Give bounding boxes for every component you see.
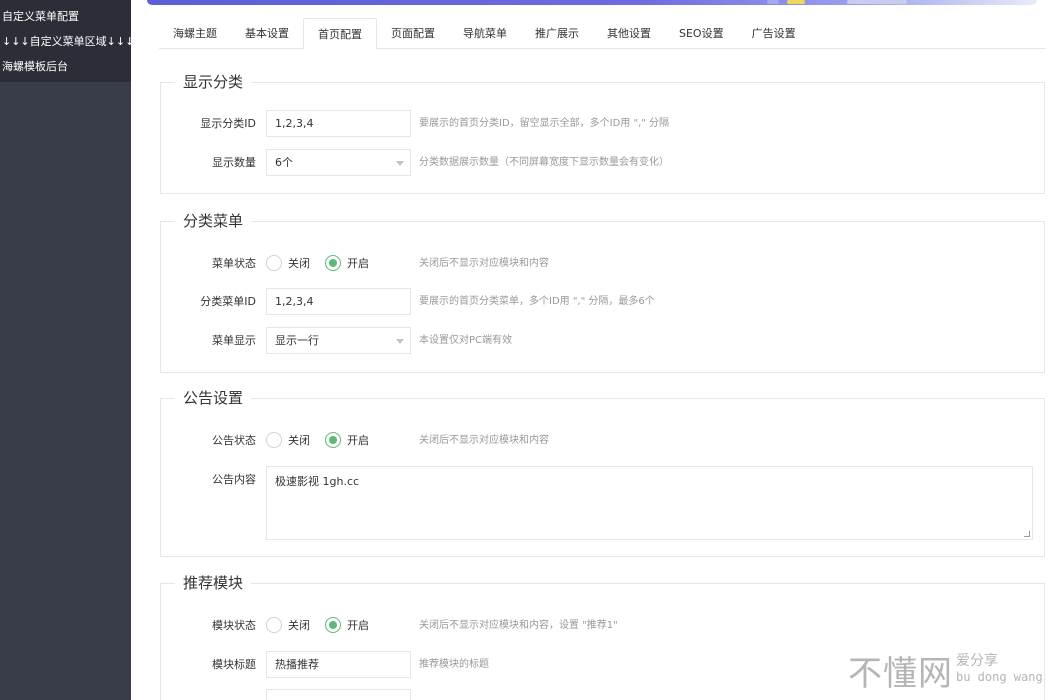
recommend-status-on-radio[interactable]: 开启 [325, 617, 369, 634]
recommend-status-hint: 关闭后不显示对应模块和内容，设置 "推荐1" [419, 620, 618, 631]
notice-status-on-radio[interactable]: 开启 [325, 432, 369, 449]
sidebar-menu-group: 自定义菜单配置 ↓↓↓自定义菜单区域↓↓↓ 海螺模板后台 [0, 0, 131, 82]
menu-status-on-radio[interactable]: 开启 [325, 255, 369, 272]
radio-circle-icon [266, 432, 282, 448]
radio-circle-icon [266, 617, 282, 633]
sidebar: 自定义菜单配置 ↓↓↓自定义菜单区域↓↓↓ 海螺模板后台 [0, 0, 131, 700]
notice-status-off-radio[interactable]: 关闭 [266, 432, 310, 449]
recommend-status-off-radio[interactable]: 关闭 [266, 617, 310, 634]
watermark-small-text: 爱分享 [956, 653, 998, 669]
radio-checked-icon [325, 432, 341, 448]
main-content: 海螺主题 基本设置 首页配置 页面配置 导航菜单 推广展示 其他设置 SEO设置… [131, 0, 1058, 700]
category-panel: 显示分类 显示分类ID 1,2,3,4 要展示的首页分类ID，留空显示全部，多个… [160, 72, 1045, 194]
menu-panel: 分类菜单 菜单状态 关闭 开启 关闭后不显示对应模块和内容 分类菜单ID 1,2… [160, 211, 1045, 373]
category-panel-title: 显示分类 [175, 72, 252, 92]
menu-id-hint: 要展示的首页分类菜单，多个ID用 "," 分隔，最多6个 [419, 296, 655, 307]
tab-promotion[interactable]: 推广展示 [521, 18, 593, 49]
notice-status-label: 公告状态 [212, 434, 256, 447]
notice-content-row: 公告内容 极速影视 1gh.cc [161, 466, 1044, 540]
radio-circle-icon [266, 255, 282, 271]
category-id-row: 显示分类ID 1,2,3,4 要展示的首页分类ID，留空显示全部，多个ID用 "… [161, 110, 1044, 137]
notice-content-value: 极速影视 1gh.cc [275, 475, 360, 488]
notice-status-row: 公告状态 关闭 开启 关闭后不显示对应模块和内容 [161, 427, 1044, 454]
tab-seo-settings[interactable]: SEO设置 [665, 18, 738, 49]
notice-status-off-label: 关闭 [288, 434, 310, 447]
tab-other-settings[interactable]: 其他设置 [593, 18, 665, 49]
tab-ad-settings[interactable]: 广告设置 [738, 18, 810, 49]
watermark-pinyin-text: bu dong wang [956, 670, 1043, 684]
tab-page-config[interactable]: 页面配置 [377, 18, 449, 49]
sidebar-item-custom-menu-config[interactable]: 自定义菜单配置 [0, 4, 131, 29]
recommend-status-off-label: 关闭 [288, 619, 310, 632]
category-count-hint: 分类数据展示数量（不同屏幕宽度下显示数量会有变化） [419, 157, 669, 168]
recommend-panel-title: 推荐模块 [175, 573, 252, 593]
menu-panel-title: 分类菜单 [175, 211, 252, 231]
notice-status-on-label: 开启 [347, 434, 369, 447]
menu-status-hint: 关闭后不显示对应模块和内容 [419, 258, 549, 269]
category-id-input[interactable]: 1,2,3,4 [266, 110, 411, 137]
menu-display-label: 菜单显示 [212, 334, 256, 347]
settings-tabs: 海螺主题 基本设置 首页配置 页面配置 导航菜单 推广展示 其他设置 SEO设置… [159, 18, 1046, 50]
recommend-title-input[interactable]: 热播推荐 [266, 651, 411, 678]
menu-status-on-label: 开启 [347, 257, 369, 270]
recommend-title-label: 模块标题 [212, 658, 256, 671]
menu-display-value: 显示一行 [275, 334, 319, 347]
radio-checked-icon [325, 255, 341, 271]
category-count-row: 显示数量 6个 分类数据展示数量（不同屏幕宽度下显示数量会有变化） [161, 149, 1044, 176]
strip-accent-1 [767, 0, 779, 4]
menu-status-off-radio[interactable]: 关闭 [266, 255, 310, 272]
menu-id-label: 分类菜单ID [200, 295, 256, 308]
recommend-title-hint: 推荐模块的标题 [419, 659, 489, 670]
category-id-label: 显示分类ID [200, 117, 256, 130]
tab-nav-menu[interactable]: 导航菜单 [449, 18, 521, 49]
menu-status-label: 菜单状态 [212, 257, 256, 270]
strip-accent-3 [847, 0, 907, 4]
chevron-down-icon [396, 161, 404, 166]
menu-display-hint: 本设置仅对PC端有效 [419, 335, 513, 346]
menu-status-row: 菜单状态 关闭 开启 关闭后不显示对应模块和内容 [161, 250, 1044, 277]
tab-homepage-config[interactable]: 首页配置 [303, 18, 377, 50]
menu-display-select[interactable]: 显示一行 [266, 327, 411, 354]
notice-content-textarea[interactable]: 极速影视 1gh.cc [266, 466, 1033, 540]
recommend-status-label: 模块状态 [212, 619, 256, 632]
menu-id-input[interactable]: 1,2,3,4 [266, 288, 411, 315]
radio-checked-icon [325, 617, 341, 633]
watermark-big-text: 不懂网 [848, 654, 953, 694]
category-id-hint: 要展示的首页分类ID，留空显示全部，多个ID用 "," 分隔 [419, 118, 670, 129]
recommend-next-input[interactable] [266, 689, 411, 700]
menu-status-off-label: 关闭 [288, 257, 310, 270]
notice-content-label: 公告内容 [212, 473, 256, 486]
notice-panel-title: 公告设置 [175, 388, 252, 408]
sidebar-item-template-backend[interactable]: 海螺模板后台 [0, 54, 131, 79]
recommend-status-on-label: 开启 [347, 619, 369, 632]
watermark-logo: 不懂网 爱分享 bu dong wang [848, 644, 1058, 700]
tab-basic-settings[interactable]: 基本设置 [231, 18, 303, 49]
tab-hailuo-theme[interactable]: 海螺主题 [159, 18, 231, 49]
menu-id-row: 分类菜单ID 1,2,3,4 要展示的首页分类菜单，多个ID用 "," 分隔，最… [161, 288, 1044, 315]
chevron-down-icon [396, 339, 404, 344]
notice-status-hint: 关闭后不显示对应模块和内容 [419, 435, 549, 446]
recommend-status-row: 模块状态 关闭 开启 关闭后不显示对应模块和内容，设置 "推荐1" [161, 612, 1044, 639]
top-banner-strip [147, 0, 1037, 5]
sidebar-item-custom-menu-area[interactable]: ↓↓↓自定义菜单区域↓↓↓ [0, 29, 131, 54]
notice-panel: 公告设置 公告状态 关闭 开启 关闭后不显示对应模块和内容 公告内容 极速影视 … [160, 388, 1045, 557]
category-count-value: 6个 [275, 156, 293, 169]
category-count-select[interactable]: 6个 [266, 149, 411, 176]
resize-handle-icon[interactable] [1024, 531, 1030, 537]
category-count-label: 显示数量 [212, 156, 256, 169]
strip-accent-2 [787, 0, 805, 4]
menu-display-row: 菜单显示 显示一行 本设置仅对PC端有效 [161, 327, 1044, 354]
